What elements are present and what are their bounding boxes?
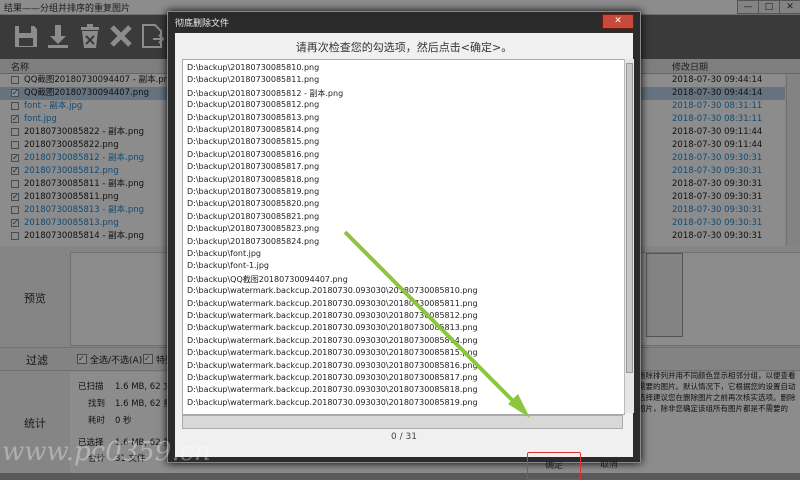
arrow-shaft (343, 230, 522, 410)
watermark: www.pc0359.cn (2, 437, 211, 467)
annotation-arrow (343, 230, 530, 418)
